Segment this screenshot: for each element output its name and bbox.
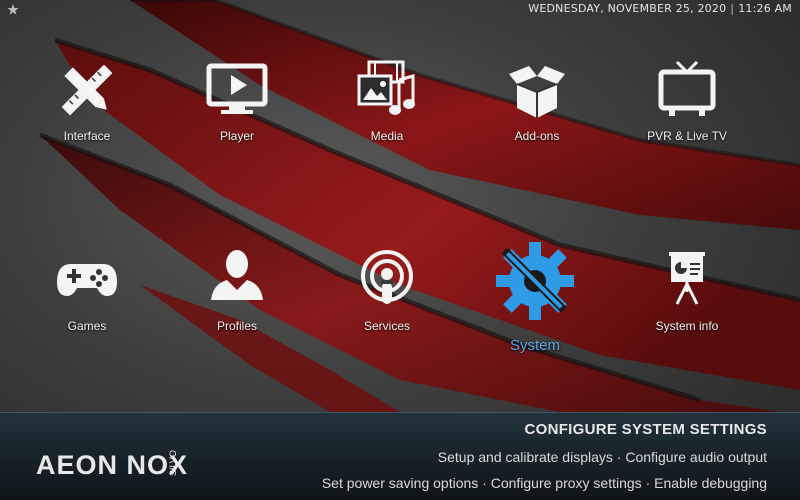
aeon-nox-logo: AEON NOX SILVO (36, 450, 188, 480)
settings-screen: WEDNESDAY, NOVEMBER 25, 2020 | 11:26 AM In… (0, 0, 800, 500)
menu-item-addons[interactable]: Add-ons (472, 58, 602, 168)
section-description-line1: Setup and calibrate displays · Configure… (437, 449, 767, 465)
menu-item-games[interactable]: Games (22, 248, 152, 358)
gear-wrench-icon (496, 242, 574, 320)
tv-antenna-icon (658, 60, 716, 116)
gamepad-icon (57, 264, 117, 296)
section-description-line2: Set power saving options · Configure pro… (321, 475, 767, 491)
menu-item-interface[interactable]: Interface (22, 58, 152, 168)
menu-label-games: Games (67, 319, 107, 333)
menu-label-media: Media (370, 129, 404, 143)
svg-text:AEON NOX: AEON NOX (36, 450, 188, 480)
menu-label-profiles: Profiles (216, 319, 257, 333)
monitor-play-icon (206, 63, 268, 114)
menu-item-profiles[interactable]: Profiles (172, 248, 302, 358)
menu-label-system: System (509, 337, 560, 354)
menu-label-addons: Add-ons (514, 129, 560, 143)
menu-label-pvr-live-tv: PVR & Live TV (647, 129, 727, 143)
menu-item-system-info[interactable]: System info (622, 248, 752, 358)
user-profile-icon (211, 250, 263, 300)
time-text: 11:26 AM (738, 2, 792, 15)
media-icon (357, 60, 415, 115)
presentation-board-icon (669, 252, 705, 305)
menu-label-player: Player (219, 129, 254, 143)
menu-item-services[interactable]: Services (322, 248, 452, 358)
section-title: CONFIGURE SYSTEM SETTINGS (524, 421, 767, 438)
menu-item-system[interactable]: System (470, 236, 600, 354)
menu-item-media[interactable]: Media (322, 58, 452, 168)
menu-label-services: Services (363, 319, 410, 333)
menu-item-pvr-live-tv[interactable]: PVR & Live TV (622, 58, 752, 168)
date-text: WEDNESDAY, NOVEMBER 25, 2020 (528, 2, 727, 15)
pencil-ruler-icon (61, 64, 113, 116)
separator: | (730, 2, 735, 15)
clock-bar: WEDNESDAY, NOVEMBER 25, 2020 | 11:26 AM (528, 2, 792, 16)
svg-text:SILVO: SILVO (168, 450, 178, 476)
star-settings-icon[interactable] (6, 3, 20, 17)
menu-label-system-info: System info (655, 319, 719, 333)
menu-label-interface: Interface (63, 129, 111, 143)
open-box-icon (509, 66, 565, 118)
menu-item-player[interactable]: Player (172, 58, 302, 168)
podcast-icon (361, 250, 413, 304)
